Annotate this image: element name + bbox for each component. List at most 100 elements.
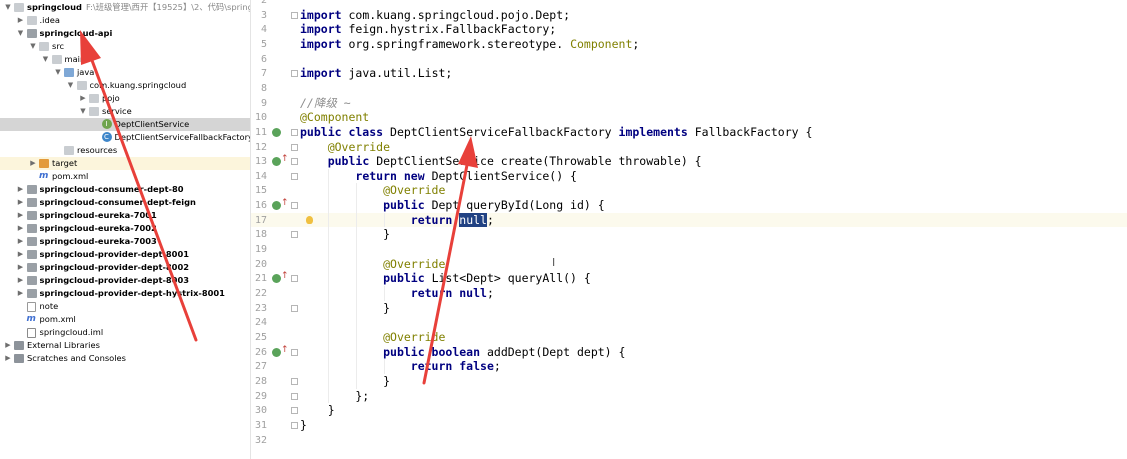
tree-item[interactable]: m pom.xml — [0, 313, 250, 326]
tree-item[interactable]: resources — [0, 144, 250, 157]
code-line[interactable]: 3 import com.kuang.springcloud.pojo.Dept; — [251, 8, 1127, 23]
chevron-down-icon[interactable]: ▼ — [42, 53, 50, 66]
chevron-down-icon[interactable]: ▼ — [29, 40, 37, 53]
fold-marker-icon[interactable] — [291, 202, 298, 210]
chevron-right-icon[interactable]: ▶ — [17, 274, 25, 287]
chevron-right-icon[interactable]: ▶ — [17, 287, 25, 300]
chevron-down-icon[interactable]: ▼ — [79, 105, 87, 118]
chevron-down-icon[interactable]: ▼ — [17, 27, 25, 40]
fold-marker-icon[interactable] — [291, 172, 298, 180]
code-line[interactable]: 20 @Override — [251, 257, 1127, 272]
code-line[interactable]: 13 ↑ public DeptClientService create(Thro… — [251, 154, 1127, 169]
tree-item[interactable]: ▼ java — [0, 66, 250, 79]
fold-marker-icon[interactable] — [291, 275, 298, 283]
tree-item[interactable]: note — [0, 300, 250, 313]
code-line[interactable]: 6 — [251, 52, 1127, 67]
chevron-right-icon[interactable]: ▶ — [4, 339, 12, 352]
code-line[interactable]: 2 — [251, 0, 1127, 8]
tree-item[interactable]: ▶ springcloud-consumer-dept-80 — [0, 183, 250, 196]
tree-item[interactable]: ▼ springcloud-api — [0, 27, 250, 40]
chevron-right-icon[interactable]: ▶ — [17, 248, 25, 261]
code-line[interactable]: 17 return null; — [251, 212, 1127, 228]
code-line[interactable]: 7 import java.util.List; — [251, 66, 1127, 81]
fold-marker-icon[interactable] — [291, 407, 298, 415]
tree-item[interactable]: ▼ springcloud F:\班级管理\西开【19525】\2、代码\sprin… — [0, 1, 250, 14]
chevron-right-icon[interactable]: ▶ — [29, 157, 37, 170]
fold-marker-icon[interactable] — [291, 70, 298, 78]
fold-marker-icon[interactable] — [291, 348, 298, 356]
code-line[interactable]: 15 @Override — [251, 183, 1127, 198]
code-line[interactable]: 14 return new DeptClientService() { — [251, 169, 1127, 184]
tree-item[interactable]: ▶ pojo — [0, 92, 250, 105]
tree-item[interactable]: ▶ springcloud-eureka-7002 — [0, 222, 250, 235]
code-line[interactable]: 24 — [251, 315, 1127, 330]
chevron-down-icon[interactable]: ▼ — [54, 66, 62, 79]
chevron-right-icon[interactable]: ▶ — [79, 92, 87, 105]
code-line[interactable]: 23 } — [251, 301, 1127, 316]
code-line[interactable]: 32 — [251, 433, 1127, 448]
chevron-right-icon[interactable]: ▶ — [4, 352, 12, 365]
chevron-right-icon[interactable]: ▶ — [17, 261, 25, 274]
chevron-down-icon[interactable]: ▼ — [4, 1, 12, 14]
code-line[interactable]: 5 import org.springframework.stereotype. … — [251, 37, 1127, 52]
tree-item[interactable]: ▶ springcloud-eureka-7001 — [0, 209, 250, 222]
code-line[interactable]: 31} — [251, 418, 1127, 433]
tree-item[interactable]: ▶ Scratches and Consoles — [0, 352, 250, 365]
fold-marker-icon[interactable] — [291, 304, 298, 312]
code-line[interactable]: 29 }; — [251, 389, 1127, 404]
code-editor[interactable]: 2 3 import com.kuang.springcloud.pojo.Dept… — [251, 0, 1127, 459]
code-line[interactable]: 26 ↑ public boolean addDept(Dept dept) { — [251, 345, 1127, 360]
override-gutter-icon[interactable] — [272, 274, 281, 284]
code-line[interactable]: 10 @Component — [251, 110, 1127, 125]
code-line[interactable]: 28 } — [251, 374, 1127, 389]
tree-item[interactable]: ▶ springcloud-provider-dept-hystrix-8001 — [0, 287, 250, 300]
chevron-right-icon[interactable]: ▶ — [17, 183, 25, 196]
code-line[interactable]: 18 } — [251, 227, 1127, 242]
tree-item[interactable]: m pom.xml — [0, 170, 250, 183]
tree-item[interactable]: ▶ External Libraries — [0, 339, 250, 352]
code-line[interactable]: 27 return false; — [251, 359, 1127, 374]
fold-marker-icon[interactable] — [291, 11, 298, 19]
chevron-right-icon[interactable]: ▶ — [17, 14, 25, 27]
fold-marker-icon[interactable] — [291, 421, 298, 429]
override-gutter-icon[interactable] — [272, 347, 281, 357]
tree-item[interactable]: ▶ springcloud-provider-dept-8001 — [0, 248, 250, 261]
tree-item[interactable]: springcloud.iml — [0, 326, 250, 339]
chevron-right-icon[interactable]: ▶ — [17, 196, 25, 209]
tree-item[interactable]: ▶ springcloud-provider-dept-8002 — [0, 261, 250, 274]
tree-item[interactable]: ▼ com.kuang.springcloud — [0, 79, 250, 92]
tree-item[interactable]: ▼ service — [0, 105, 250, 118]
override-gutter-icon[interactable] — [272, 201, 281, 211]
fold-marker-icon[interactable] — [291, 377, 298, 385]
tree-item[interactable]: ▼ src — [0, 40, 250, 53]
fold-marker-icon[interactable] — [291, 158, 298, 166]
fold-marker-icon[interactable] — [291, 392, 298, 400]
code-line[interactable]: 30 } — [251, 403, 1127, 418]
code-line[interactable]: 12 @Override — [251, 140, 1127, 155]
fold-marker-icon[interactable] — [291, 231, 298, 239]
tree-item[interactable]: ▶ springcloud-provider-dept-8003 — [0, 274, 250, 287]
tree-item[interactable]: ▼ main — [0, 53, 250, 66]
tree-item[interactable]: C DeptClientServiceFallbackFactory — [0, 131, 250, 144]
code-line[interactable]: 16 ↑ public Dept queryById(Long id) { — [251, 198, 1127, 213]
code-line[interactable]: 4 import feign.hystrix.FallbackFactory; — [251, 22, 1127, 37]
fold-marker-icon[interactable] — [291, 143, 298, 151]
fold-marker-icon[interactable] — [291, 128, 298, 136]
code-line[interactable]: 21 ↑ public List<Dept> queryAll() { — [251, 271, 1127, 286]
code-line[interactable]: 19 — [251, 242, 1127, 257]
override-gutter-icon[interactable] — [272, 157, 281, 167]
tree-item[interactable]: ▶ springcloud-consumer-dept-feign — [0, 196, 250, 209]
code-line[interactable]: 22 return null; — [251, 286, 1127, 301]
tree-item[interactable]: ▶ springcloud-eureka-7003 — [0, 235, 250, 248]
chevron-down-icon[interactable]: ▼ — [67, 79, 75, 92]
chevron-right-icon[interactable]: ▶ — [17, 235, 25, 248]
implementation-gutter-icon[interactable] — [272, 127, 281, 137]
chevron-right-icon[interactable]: ▶ — [17, 222, 25, 235]
chevron-right-icon[interactable]: ▶ — [17, 209, 25, 222]
code-line[interactable]: 25 @Override — [251, 330, 1127, 345]
code-line[interactable]: 8 — [251, 81, 1127, 96]
code-line[interactable]: 9 //降级 ~ — [251, 96, 1127, 111]
tree-item[interactable]: ▶ target — [0, 157, 250, 170]
tree-item[interactable]: I DeptClientService — [0, 118, 250, 131]
code-line[interactable]: 11 public class DeptClientServiceFallback… — [251, 125, 1127, 140]
